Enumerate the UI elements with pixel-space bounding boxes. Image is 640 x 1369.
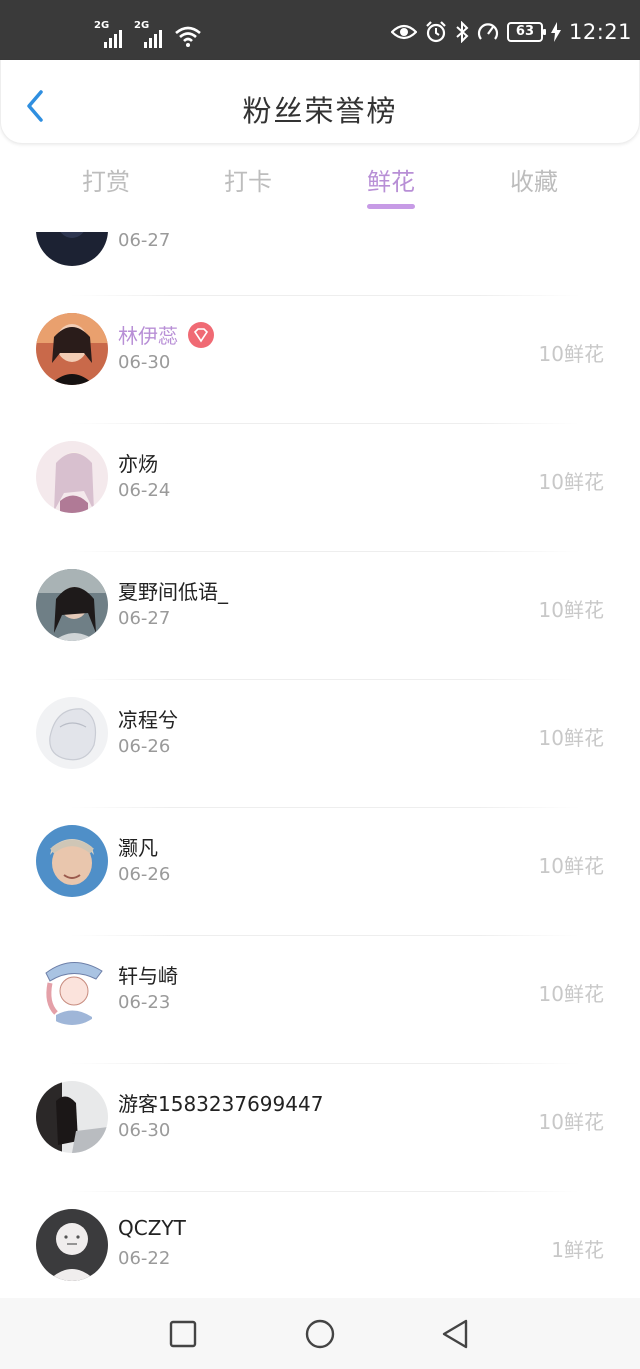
flower-count: 10鲜花: [538, 854, 604, 878]
list-item[interactable]: 林伊蕊 06-30 10鲜花: [0, 296, 640, 424]
fan-date: 06-27: [118, 232, 171, 251]
wifi-icon: [175, 26, 201, 47]
avatar: [36, 1081, 108, 1153]
fan-name: 林伊蕊: [118, 324, 178, 348]
avatar: [36, 953, 108, 1025]
home-button[interactable]: [302, 1316, 338, 1352]
list-item[interactable]: 凉程兮 06-26 10鲜花: [0, 680, 640, 808]
signal-icon: 2G: [94, 20, 128, 48]
tab-checkin[interactable]: 打卡: [198, 162, 298, 197]
list-item[interactable]: 亦炀 06-24 10鲜花: [0, 424, 640, 552]
battery-level: 63: [515, 24, 535, 39]
alarm-icon: [426, 21, 446, 43]
fan-list: 06-27 林伊蕊 06-30 10鲜花 亦炀 06-24 10鲜花 夏野间低语…: [0, 232, 640, 1298]
tab-reward[interactable]: 打赏: [56, 162, 156, 197]
active-tab-indicator: [367, 204, 415, 209]
flower-count: 10鲜花: [538, 1110, 604, 1134]
fan-date: 06-23: [118, 992, 171, 1013]
list-item[interactable]: 灏凡 06-26 10鲜花: [0, 808, 640, 936]
nav-back-button[interactable]: [438, 1316, 474, 1352]
fan-name: 夏野间低语_: [118, 580, 228, 604]
speed-icon: [477, 23, 499, 40]
recent-apps-button[interactable]: [165, 1316, 201, 1352]
back-icon: [442, 1319, 468, 1349]
fan-name: 凉程兮: [118, 708, 178, 732]
list-item[interactable]: 夏野间低语_ 06-27 10鲜花: [0, 552, 640, 680]
header: 粉丝荣誉榜: [0, 60, 640, 144]
fan-date: 06-27: [118, 608, 171, 629]
recent-apps-icon: [169, 1320, 197, 1348]
list-item[interactable]: 06-27: [0, 232, 640, 296]
page-title: 粉丝荣誉榜: [242, 94, 398, 128]
tab-bar: 打赏 打卡 鲜花 收藏: [0, 150, 640, 220]
fan-date: 06-30: [118, 1120, 171, 1141]
status-bar: 2G 2G 63 12:21: [0, 0, 640, 60]
flower-count: 10鲜花: [538, 470, 604, 494]
vip-gem-icon: [188, 322, 214, 348]
clock: 12:21: [568, 20, 632, 44]
fan-name: 游客1583237699447: [118, 1092, 324, 1116]
tab-favorites[interactable]: 收藏: [484, 162, 584, 197]
fan-date: 06-22: [118, 1248, 171, 1269]
avatar: [36, 232, 108, 266]
fan-name: 轩与崎: [118, 964, 178, 988]
fan-date: 06-30: [118, 352, 171, 373]
flower-count: 1鲜花: [551, 1238, 604, 1262]
flower-count: 10鲜花: [538, 982, 604, 1006]
avatar: [36, 1209, 108, 1281]
battery-icon: 63: [506, 22, 546, 42]
flower-count: 10鲜花: [538, 342, 604, 366]
fan-name: QCZYT: [118, 1216, 186, 1240]
tab-flowers[interactable]: 鲜花: [341, 162, 441, 197]
flower-count: 10鲜花: [538, 598, 604, 622]
home-icon: [305, 1319, 335, 1349]
list-item[interactable]: 轩与崎 06-23 10鲜花: [0, 936, 640, 1064]
fan-date: 06-26: [118, 864, 171, 885]
flower-count: 10鲜花: [538, 726, 604, 750]
fan-date: 06-24: [118, 480, 171, 501]
signal-icon: 2G: [134, 20, 168, 48]
eye-icon: [390, 24, 417, 40]
bluetooth-icon: [456, 21, 469, 43]
charging-icon: [550, 22, 561, 42]
avatar: [36, 569, 108, 641]
list-item[interactable]: QCZYT 06-22 1鲜花: [0, 1192, 640, 1298]
avatar: [36, 825, 108, 897]
fan-date: 06-26: [118, 736, 171, 757]
avatar: [36, 313, 108, 385]
system-nav-bar: [0, 1298, 640, 1369]
avatar: [36, 697, 108, 769]
fan-name: 灏凡: [118, 836, 158, 860]
avatar: [36, 441, 108, 513]
list-item[interactable]: 游客1583237699447 06-30 10鲜花: [0, 1064, 640, 1192]
fan-name: 亦炀: [118, 452, 158, 476]
